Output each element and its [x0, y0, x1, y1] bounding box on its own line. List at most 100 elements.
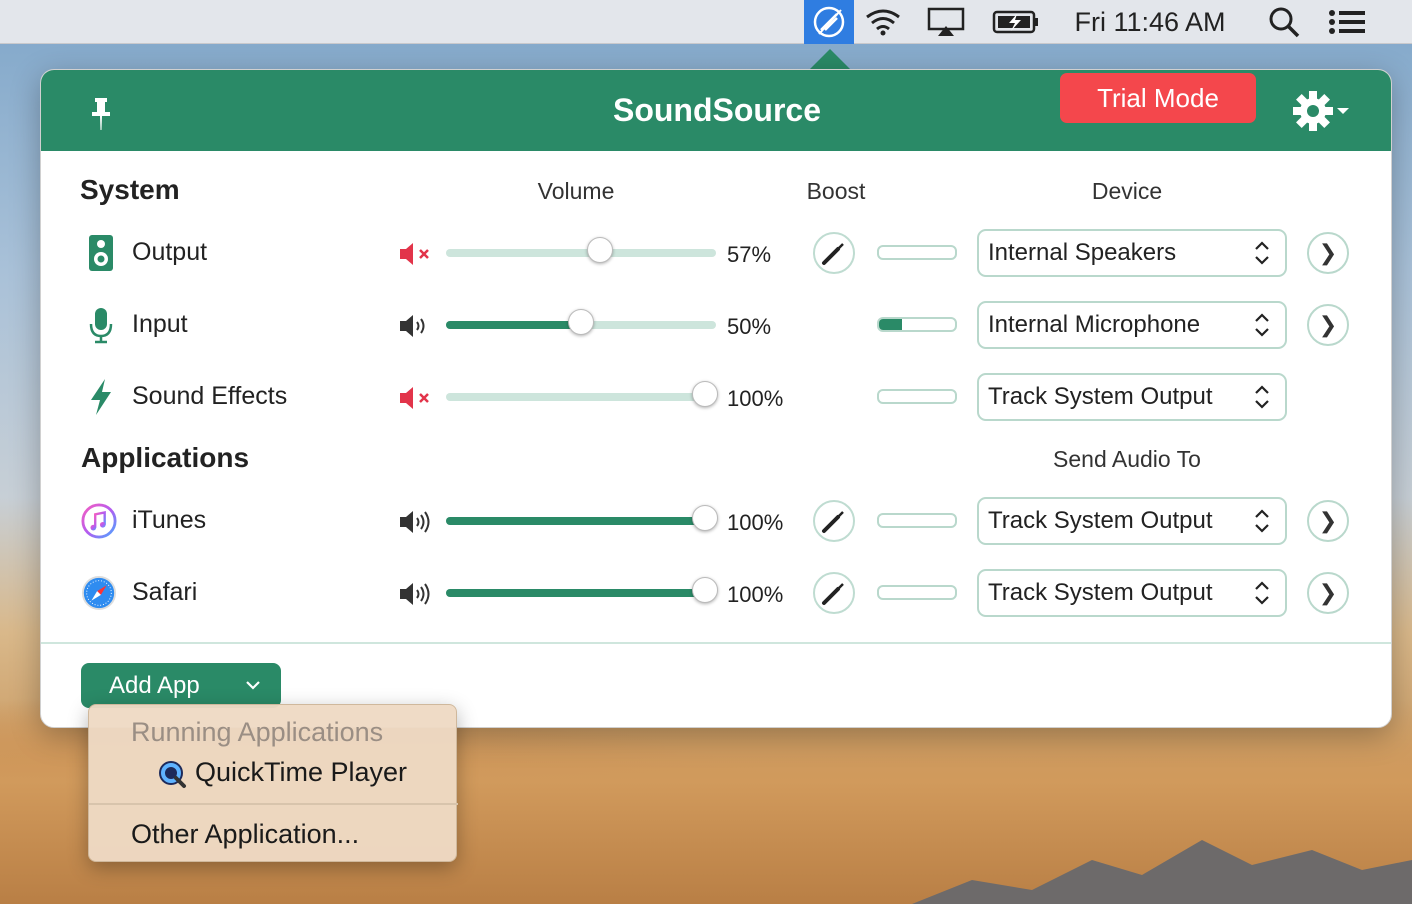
- send-audio-to-column-header: Send Audio To: [1053, 446, 1201, 472]
- output-mute-button[interactable]: [398, 241, 434, 267]
- wifi-menubar-icon[interactable]: [860, 0, 906, 44]
- output-more-button[interactable]: ❯: [1307, 232, 1349, 274]
- airplay-icon: [927, 7, 965, 36]
- chevron-updown-icon: [1255, 385, 1269, 409]
- notification-center-menubar-icon[interactable]: [1324, 0, 1370, 44]
- add-app-button[interactable]: Add App: [81, 663, 281, 708]
- chevron-updown-icon: [1255, 581, 1269, 605]
- spotlight-menubar-icon[interactable]: [1262, 0, 1306, 44]
- boost-wand-icon: [822, 583, 844, 605]
- itunes-icon: [81, 501, 117, 541]
- menu-bar: Fri 11:46 AM: [0, 0, 1412, 44]
- settings-menu-button[interactable]: [1291, 90, 1355, 134]
- safari-label: Safari: [132, 578, 198, 606]
- speaker-volume-icon: [400, 315, 425, 337]
- muted-speaker-icon: [400, 387, 429, 409]
- input-volume-knob[interactable]: [568, 309, 594, 335]
- safari-output-select[interactable]: Track System Output: [977, 569, 1287, 617]
- sound-effects-label: Sound Effects: [132, 382, 288, 410]
- device-column-header: Device: [1091, 178, 1163, 204]
- safari-boost-button[interactable]: [813, 572, 855, 614]
- soundsource-icon: [813, 6, 845, 38]
- safari-output-value: Track System Output: [988, 579, 1213, 606]
- itunes-volume-knob[interactable]: [692, 505, 719, 531]
- input-level-meter: [877, 317, 957, 332]
- volume-column-header: Volume: [537, 178, 615, 204]
- itunes-boost-button[interactable]: [813, 500, 855, 542]
- itunes-volume-value: 100%: [727, 510, 784, 535]
- speaker-volume-icon: [400, 583, 430, 605]
- boost-wand-icon: [822, 243, 844, 265]
- battery-menubar-icon[interactable]: [990, 0, 1042, 44]
- input-device-value: Internal Microphone: [988, 311, 1201, 338]
- input-more-button[interactable]: ❯: [1307, 304, 1349, 346]
- itunes-label: iTunes: [132, 506, 207, 534]
- chevron-right-icon: ❯: [1318, 580, 1338, 605]
- output-boost-button[interactable]: [813, 232, 855, 274]
- output-volume-knob[interactable]: [586, 237, 613, 263]
- sound-effects-volume-slider[interactable]: [446, 381, 719, 407]
- safari-volume-value: 100%: [727, 582, 784, 607]
- sound-effects-volume-knob[interactable]: [692, 381, 719, 407]
- chevron-updown-icon: [1255, 509, 1269, 533]
- sound-effects-device-select[interactable]: Track System Output: [977, 373, 1287, 421]
- itunes-level-meter: [877, 513, 957, 528]
- soundsource-popover: SoundSource Trial Mode System Volume Boo…: [40, 69, 1392, 728]
- boost-wand-icon: [822, 511, 844, 533]
- speaker-volume-icon: [400, 511, 430, 533]
- boost-column-header: Boost: [806, 178, 866, 204]
- chevron-down-icon: [246, 681, 260, 690]
- popover-arrow: [809, 49, 851, 70]
- applications-heading: Applications: [81, 442, 250, 473]
- safari-mute-button[interactable]: [398, 581, 434, 607]
- output-level-meter: [877, 245, 957, 260]
- speaker-icon: [83, 233, 119, 273]
- input-volume-slider[interactable]: [446, 309, 716, 335]
- spotlight-search-icon: [1269, 7, 1300, 38]
- chevron-right-icon: ❯: [1318, 240, 1338, 265]
- output-label: Output: [132, 238, 208, 266]
- notification-center-icon: [1329, 10, 1365, 34]
- sound-effects-mute-button[interactable]: [398, 385, 434, 411]
- sound-effects-level-meter: [877, 389, 957, 404]
- output-device-value: Internal Speakers: [988, 239, 1177, 266]
- bolt-icon: [83, 377, 119, 417]
- safari-level-meter: [877, 585, 957, 600]
- muted-speaker-icon: [400, 243, 429, 265]
- chevron-updown-icon: [1255, 313, 1269, 337]
- itunes-mute-button[interactable]: [398, 509, 434, 535]
- input-device-select[interactable]: Internal Microphone: [977, 301, 1287, 349]
- output-volume-slider[interactable]: [446, 237, 716, 263]
- safari-volume-slider[interactable]: [446, 577, 719, 603]
- safari-volume-knob[interactable]: [692, 577, 719, 603]
- chevron-right-icon: ❯: [1318, 312, 1338, 337]
- trial-mode-button[interactable]: Trial Mode: [1060, 73, 1256, 123]
- menubar-clock[interactable]: Fri 11:46 AM: [1062, 0, 1238, 44]
- input-mute-button[interactable]: [398, 313, 434, 339]
- safari-icon: [81, 573, 117, 613]
- microphone-icon: [83, 305, 119, 345]
- add-app-label: Add App: [109, 671, 200, 699]
- footer-divider: [41, 642, 1391, 644]
- safari-more-button[interactable]: ❯: [1307, 572, 1349, 614]
- input-label: Input: [132, 310, 188, 338]
- output-device-select[interactable]: Internal Speakers: [977, 229, 1287, 277]
- soundsource-menubar-icon[interactable]: [804, 0, 854, 44]
- system-heading: System: [80, 174, 180, 205]
- menu-item-quicktime-player[interactable]: QuickTime Player: [195, 757, 407, 788]
- menu-separator: [89, 803, 458, 805]
- output-volume-value: 57%: [727, 242, 772, 267]
- input-volume-value: 50%: [727, 314, 772, 339]
- add-app-menu: Running Applications QuickTime Player Ot…: [88, 704, 458, 862]
- gear-icon: [1293, 91, 1349, 131]
- quicktime-icon: [159, 761, 186, 788]
- chevron-updown-icon: [1255, 241, 1269, 265]
- itunes-output-select[interactable]: Track System Output: [977, 497, 1287, 545]
- popover-header: SoundSource Trial Mode: [41, 70, 1391, 151]
- itunes-more-button[interactable]: ❯: [1307, 500, 1349, 542]
- wifi-icon: [866, 9, 900, 36]
- sound-effects-device-value: Track System Output: [988, 383, 1213, 410]
- menu-item-other-application[interactable]: Other Application...: [131, 819, 359, 850]
- itunes-volume-slider[interactable]: [446, 505, 719, 531]
- airplay-menubar-icon[interactable]: [922, 0, 970, 44]
